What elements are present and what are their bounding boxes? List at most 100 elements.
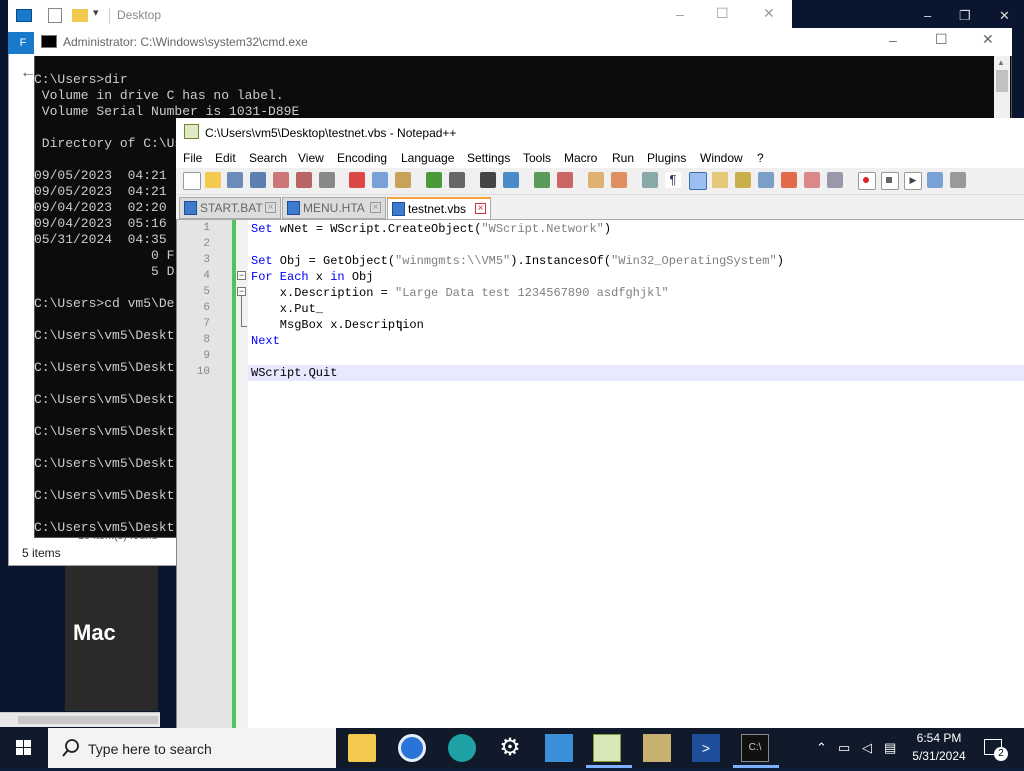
word-wrap-icon[interactable] [642,172,658,188]
folder-as-workspace-icon[interactable] [758,172,774,188]
new-file-icon[interactable] [183,172,201,190]
function-list-icon[interactable] [735,172,751,188]
restore-icon[interactable]: ❐ [959,8,971,24]
copy-icon[interactable] [372,172,388,188]
keyboard-icon[interactable]: ▤ [884,740,896,756]
menu-edit[interactable]: Edit [215,151,236,165]
cmd-icon[interactable]: C:\ [741,734,769,762]
menu-view[interactable]: View [298,151,324,165]
menu-tools[interactable]: Tools [523,151,551,165]
menu-help[interactable]: ? [757,151,764,165]
tab-label: START.BAT [200,201,263,215]
chrome-icon[interactable] [398,734,426,762]
code-line-10: WScript.Quit [251,366,338,380]
indent-guide-icon[interactable] [689,172,707,190]
close-icon[interactable]: ✕ [982,31,994,48]
menu-macro[interactable]: Macro [564,151,597,165]
line-number: 10 [196,366,210,378]
fold-collapse-icon[interactable]: − [237,287,246,296]
doc-switcher-icon[interactable] [781,172,797,188]
save-icon[interactable] [227,172,243,188]
cmd-line: C:\Users>dir [34,72,128,87]
notepad-plus-plus-icon[interactable] [593,734,621,762]
close-icon[interactable]: × [265,202,276,213]
scrollbar-thumb[interactable] [996,70,1008,92]
record-macro-icon[interactable] [858,172,876,190]
run-macro-multiple-icon[interactable] [927,172,943,188]
menu-run[interactable]: Run [612,151,634,165]
volume-icon[interactable]: ◁ [862,740,872,756]
file-explorer-icon[interactable] [348,734,376,762]
line-number: 4 [203,270,210,282]
close-all-icon[interactable] [296,172,312,188]
close-file-icon[interactable] [273,172,289,188]
close-icon[interactable]: ✕ [763,5,775,22]
tab-menu-hta[interactable]: MENU.HTA × [282,197,386,219]
maximize-icon[interactable]: ☐ [935,31,948,48]
menu-window[interactable]: Window [700,151,743,165]
explorer-status-items: 5 items [22,546,61,560]
chevron-down-icon[interactable]: ▾ [93,6,99,19]
monitoring-icon[interactable] [804,172,820,188]
code-line-5: x.Description = "Large Data test 1234567… [251,286,669,300]
find-icon[interactable] [480,172,496,188]
open-file-icon[interactable] [205,172,221,188]
chevron-up-icon[interactable]: ⌃ [816,740,827,756]
close-icon[interactable]: × [370,202,381,213]
minimize-icon[interactable]: – [889,32,897,48]
play-macro-icon[interactable]: ▶ [904,172,922,190]
sync-vertical-icon[interactable] [588,172,604,188]
close-icon[interactable]: × [475,203,486,214]
doc-map-icon[interactable] [712,172,728,188]
clock-time[interactable]: 6:54 PM [902,731,976,745]
network-icon[interactable]: ▭ [838,740,850,756]
zoom-out-icon[interactable] [557,172,573,188]
line-number: 6 [203,302,210,314]
tab-testnet-vbs[interactable]: testnet.vbs × [387,197,491,219]
eye-icon[interactable] [827,172,843,188]
properties-icon[interactable] [48,8,62,23]
stop-macro-icon[interactable] [881,172,899,190]
menu-language[interactable]: Language [401,151,454,165]
print-icon[interactable] [319,172,335,188]
replace-icon[interactable] [503,172,519,188]
cut-icon[interactable] [349,172,365,188]
settings-icon[interactable]: ⚙ [496,734,524,762]
file-icon [287,201,300,215]
zoom-in-icon[interactable] [534,172,550,188]
tab-label: testnet.vbs [408,202,467,216]
sync-horizontal-icon[interactable] [611,172,627,188]
menu-encoding[interactable]: Encoding [337,151,387,165]
paste-icon[interactable] [395,172,411,188]
save-macro-icon[interactable] [950,172,966,188]
show-all-characters-icon[interactable]: ¶ [665,172,681,188]
notification-button[interactable]: 2 [980,735,1008,763]
edge-icon[interactable] [448,734,476,762]
scroll-up-icon[interactable]: ▲ [997,58,1005,67]
remote-desktop-icon[interactable] [545,734,573,762]
fold-collapse-icon[interactable]: − [237,271,246,280]
line-number: 5 [203,286,210,298]
scrollbar-thumb[interactable] [18,716,158,724]
menu-plugins[interactable]: Plugins [647,151,686,165]
fold-line [241,296,242,326]
folder-icon[interactable] [72,9,88,22]
minimize-icon[interactable]: – [676,6,684,22]
powershell-icon[interactable]: > [692,734,720,762]
clock-date[interactable]: 5/31/2024 [902,749,976,763]
menu-settings[interactable]: Settings [467,151,510,165]
network-tool-icon[interactable] [643,734,671,762]
undo-icon[interactable] [426,172,442,188]
file-icon [184,201,197,215]
menu-file[interactable]: File [183,151,202,165]
maximize-icon[interactable]: ☐ [716,5,729,22]
menu-search[interactable]: Search [249,151,287,165]
redo-icon[interactable] [449,172,465,188]
search-placeholder: Type here to search [88,741,212,757]
minimize-icon[interactable]: – [924,8,931,23]
line-number: 8 [203,334,210,346]
start-button[interactable] [0,728,48,768]
close-icon[interactable]: ✕ [999,8,1010,24]
save-all-icon[interactable] [250,172,266,188]
tab-start-bat[interactable]: START.BAT × [179,197,281,219]
